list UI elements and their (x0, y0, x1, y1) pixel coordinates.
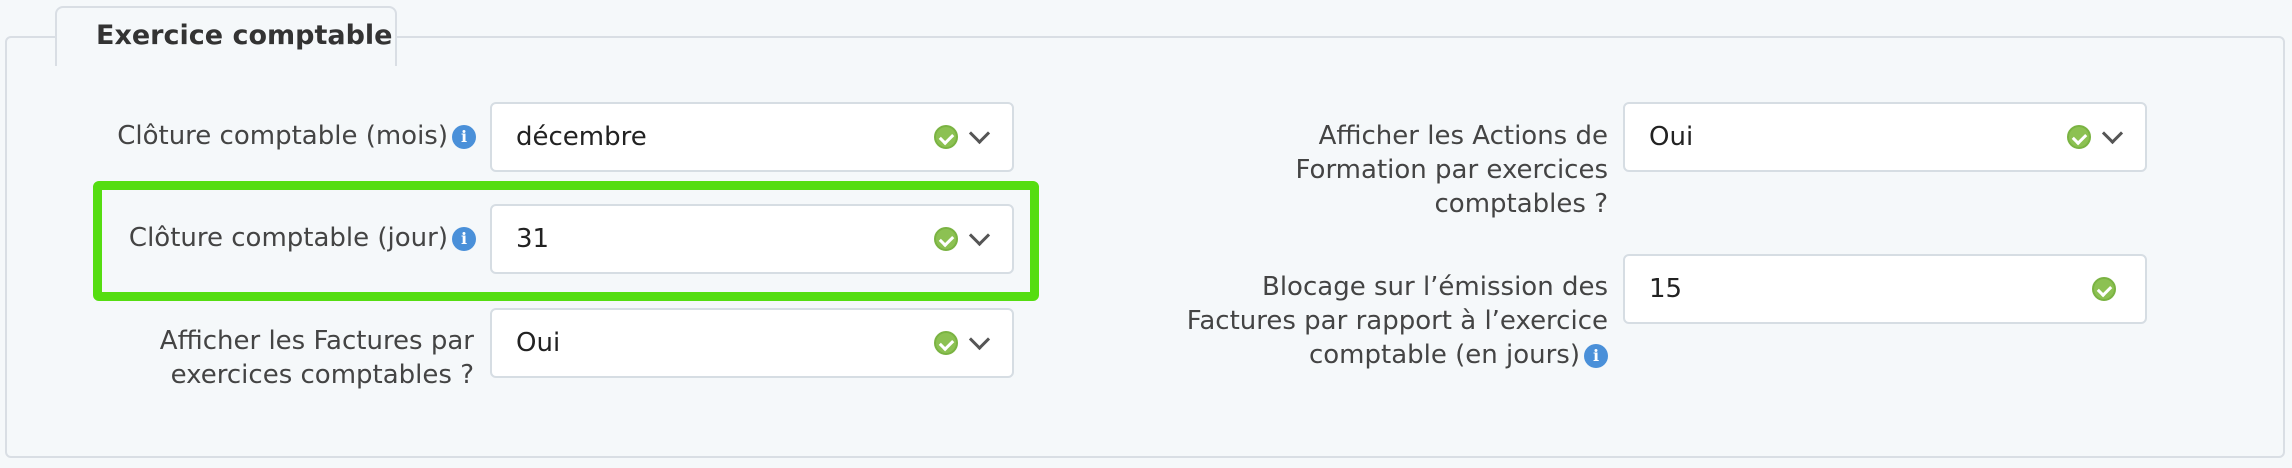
cloture-mois-value: décembre (516, 122, 647, 152)
afficher-actions-label-line2: Formation par exercices (1295, 155, 1608, 185)
check-icon (934, 125, 958, 149)
fieldset-legend: Exercice comptable (96, 20, 393, 51)
cloture-jour-label-text: Clôture comptable (jour) (128, 223, 448, 253)
chevron-down-icon[interactable] (2101, 122, 2124, 145)
chevron-down-icon[interactable] (968, 122, 991, 145)
afficher-actions-label: Afficher les Actions de Formation par ex… (1296, 119, 1608, 221)
blocage-emission-value: 15 (1649, 274, 1683, 304)
afficher-actions-label-line3: comptables ? (1434, 189, 1609, 219)
cloture-mois-label-text: Clôture comptable (mois) (117, 121, 448, 151)
info-icon[interactable]: i (452, 227, 476, 251)
blocage-emission-label: Blocage sur l’émission des Factures par … (1187, 270, 1608, 372)
cloture-jour-label: Clôture comptable (jour) i (129, 221, 476, 255)
afficher-factures-label: Afficher les Factures par exercices comp… (160, 324, 474, 392)
blocage-emission-label-line3: comptable (en jours) (1308, 340, 1580, 370)
check-icon (2092, 277, 2116, 301)
chevron-down-icon[interactable] (968, 328, 991, 351)
check-icon (2067, 125, 2091, 149)
afficher-actions-value: Oui (1649, 122, 1694, 152)
blocage-emission-label-line3-wrap: comptable (en jours) i (1187, 338, 1608, 372)
cloture-jour-select[interactable]: 31 (490, 204, 1014, 274)
afficher-factures-label-line2: exercices comptables ? (170, 360, 474, 390)
info-icon[interactable]: i (452, 125, 476, 149)
afficher-actions-select[interactable]: Oui (1623, 102, 2147, 172)
afficher-actions-label-line1: Afficher les Actions de (1318, 121, 1608, 151)
check-icon (934, 331, 958, 355)
afficher-factures-value: Oui (516, 328, 561, 358)
blocage-emission-label-line1: Blocage sur l’émission des (1262, 272, 1608, 302)
afficher-factures-select[interactable]: Oui (490, 308, 1014, 378)
check-icon (934, 227, 958, 251)
blocage-emission-label-line2: Factures par rapport à l’exercice (1186, 306, 1608, 336)
chevron-down-icon[interactable] (968, 224, 991, 247)
cloture-mois-label: Clôture comptable (mois) i (117, 119, 476, 153)
afficher-factures-label-line1: Afficher les Factures par (159, 326, 474, 356)
cloture-jour-value: 31 (516, 224, 550, 254)
info-icon[interactable]: i (1584, 344, 1608, 368)
blocage-emission-input[interactable]: 15 (1623, 254, 2147, 324)
cloture-mois-select[interactable]: décembre (490, 102, 1014, 172)
